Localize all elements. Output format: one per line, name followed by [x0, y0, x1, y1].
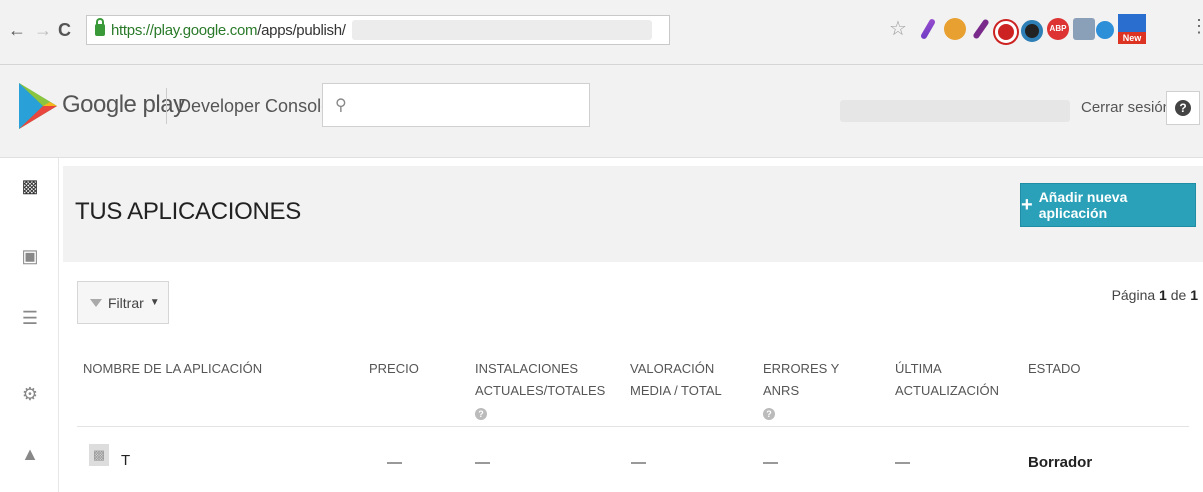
add-app-label: Añadir nueva aplicación [1038, 189, 1128, 221]
address-bar[interactable]: https://play.google.com/apps/publish/ [86, 15, 670, 45]
column-header-status[interactable]: ESTADO [1028, 358, 1081, 380]
column-header-rating[interactable]: VALORACIÓN MEDIA / TOTAL [630, 358, 748, 402]
gamepad-icon[interactable]: ▣ [20, 246, 40, 266]
eyedropper-extension-icon[interactable] [972, 18, 990, 40]
column-header-updated[interactable]: ÚLTIMA ACTUALIZACIÓN [895, 358, 999, 402]
pen-extension-icon[interactable] [919, 17, 937, 41]
circle-extension-icon[interactable] [1021, 20, 1043, 42]
divider [166, 88, 167, 124]
add-app-button[interactable]: + Añadir nueva aplicación [1020, 183, 1196, 227]
menu-icon[interactable]: ⋮ [1190, 16, 1203, 38]
column-header-installs[interactable]: INSTALACIONES ACTUALES/TOTALES ? [475, 358, 605, 424]
app-name-link[interactable]: T [121, 452, 130, 469]
status-badge: Borrador [1028, 454, 1093, 471]
cell-updated: — [895, 454, 910, 471]
android-icon[interactable]: ▩ [20, 176, 40, 196]
app-android-icon: ▩ [89, 444, 109, 466]
new-extension-icon[interactable]: New [1118, 14, 1146, 44]
search-input[interactable]: ⚲ [322, 83, 590, 127]
help-icon[interactable]: ? [475, 407, 487, 420]
column-header-name[interactable]: NOMBRE DE LA APLICACIÓN [83, 358, 262, 380]
adblock-extension-icon[interactable]: ABP [1047, 18, 1069, 40]
reload-icon[interactable]: C [58, 20, 71, 41]
lock-icon [95, 18, 105, 36]
gear-icon[interactable]: ⚙ [20, 384, 40, 404]
console-label[interactable]: Developer Console [178, 96, 331, 117]
column-header-errors[interactable]: ERRORES Y ANRS? [763, 358, 873, 424]
filter-button[interactable]: Filtrar ▼ [77, 281, 169, 324]
signout-link[interactable]: Cerrar sesión [1081, 99, 1171, 116]
page-title: TUS APLICACIONES [75, 198, 301, 225]
google-play-logo-icon [19, 83, 57, 129]
cell-rating: — [631, 454, 646, 471]
stop-extension-icon[interactable] [995, 21, 1017, 43]
cell-price: — [387, 454, 402, 471]
bookmark-star-icon[interactable]: ☆ [889, 16, 911, 40]
help-icon: ? [1175, 100, 1191, 116]
box-extension-icon[interactable] [944, 18, 966, 40]
timer-extension-icon[interactable] [1096, 21, 1114, 39]
cell-errors: — [763, 454, 778, 471]
column-header-price[interactable]: PRECIO [369, 358, 419, 380]
back-icon[interactable]: ← [8, 20, 26, 41]
table-divider [77, 426, 1189, 427]
help-icon[interactable]: ? [763, 407, 775, 420]
database-icon[interactable]: ☰ [20, 308, 40, 328]
title-band: TUS APLICACIONES + Añadir nueva aplicaci… [63, 166, 1203, 262]
help-button[interactable]: ? [1166, 91, 1200, 125]
sidebar: ▩ ▣ ☰ ⚙ ▲ [0, 158, 59, 492]
plus-icon: + [1021, 193, 1033, 216]
browser-toolbar: ← → C https://play.google.com/apps/publi… [0, 0, 1203, 65]
forward-icon[interactable]: → [34, 20, 52, 41]
warning-icon[interactable]: ▲ [20, 444, 40, 464]
url-redacted [351, 20, 652, 40]
funnel-icon [90, 298, 102, 307]
square-extension-icon[interactable] [1073, 18, 1095, 40]
caret-down-icon: ▼ [149, 297, 160, 308]
user-account-redacted [840, 100, 1070, 122]
url-text: https://play.google.com/apps/publish/ [111, 21, 346, 39]
filter-label: Filtrar [108, 294, 144, 311]
cell-installs: — [475, 454, 490, 471]
main-content: TUS APLICACIONES + Añadir nueva aplicaci… [59, 158, 1203, 492]
console-header: Google play Developer Console ⚲ Cerrar s… [0, 65, 1203, 158]
pagination: Página 1 de 1 [1111, 287, 1198, 303]
search-icon: ⚲ [335, 97, 347, 114]
